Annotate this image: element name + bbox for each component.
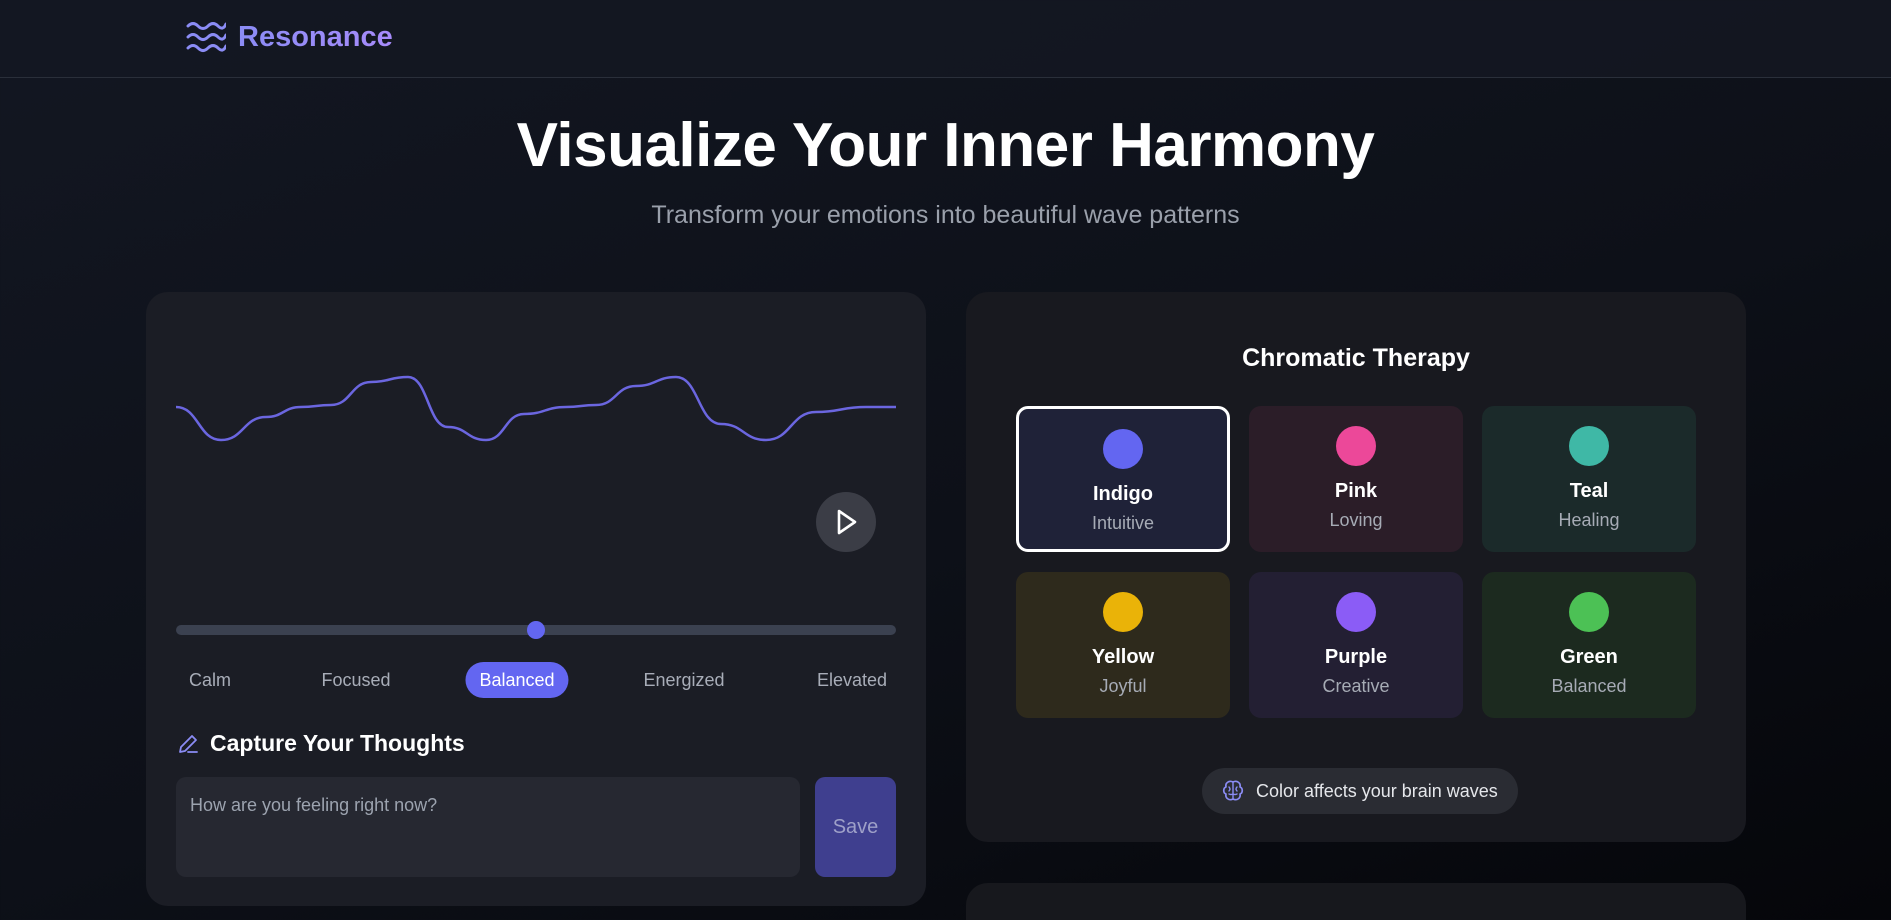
mood-option-elevated[interactable]: Elevated [803, 662, 901, 698]
mood-option-focused[interactable]: Focused [307, 662, 404, 698]
color-mood: Healing [1558, 510, 1620, 530]
color-swatch-indigo[interactable]: Indigo Intuitive [1016, 406, 1230, 552]
color-mood: Balanced [1551, 676, 1627, 696]
color-mood: Creative [1322, 676, 1390, 696]
mood-slider-thumb[interactable] [527, 621, 545, 639]
brand-logo[interactable]: Resonance [186, 18, 393, 56]
mood-option-balanced[interactable]: Balanced [465, 662, 569, 698]
chromatic-title: Chromatic Therapy [1242, 344, 1470, 372]
color-dot [1103, 592, 1143, 632]
brain-icon [1222, 780, 1244, 801]
color-mood: Intuitive [1091, 513, 1155, 533]
color-name: Indigo [1093, 483, 1153, 505]
mood-slider[interactable] [176, 621, 896, 639]
color-name: Teal [1569, 480, 1609, 502]
play-icon [837, 509, 857, 535]
wave-line [176, 375, 896, 442]
secondary-card [966, 883, 1746, 920]
chromatic-therapy-card: Chromatic Therapy Indigo Intuitive Pink Lov… [966, 292, 1746, 842]
brain-waves-note: Color affects your brain waves [1202, 768, 1518, 814]
wave-visualizer-card: Calm Focused Balanced Energized Elevated Cap… [146, 292, 926, 906]
color-swatch-yellow[interactable]: Yellow Joyful [1016, 572, 1230, 718]
capture-header: Capture Your Thoughts [176, 730, 465, 757]
hero-subtitle: Transform your emotions into beautiful w… [651, 201, 1240, 229]
color-name: Purple [1324, 646, 1388, 668]
color-swatch-pink[interactable]: Pink Loving [1249, 406, 1463, 552]
hero-title: Visualize Your Inner Harmony [516, 111, 1375, 180]
mood-options: Calm Focused Balanced Energized Elevated [176, 662, 896, 698]
wave-logo-icon [186, 22, 226, 52]
top-nav-bar: Resonance [0, 0, 1891, 78]
color-swatch-teal[interactable]: Teal Healing [1482, 406, 1696, 552]
emotion-wave-graph [176, 375, 896, 442]
thoughts-input[interactable] [176, 777, 800, 877]
brain-waves-text: Color affects your brain waves [1256, 780, 1498, 801]
color-dot [1336, 426, 1376, 466]
mood-option-energized[interactable]: Energized [629, 662, 738, 698]
play-button[interactable] [816, 492, 876, 552]
color-dot [1569, 426, 1609, 466]
color-dot [1569, 592, 1609, 632]
color-swatch-purple[interactable]: Purple Creative [1249, 572, 1463, 718]
pencil-icon [179, 734, 198, 753]
color-swatch-green[interactable]: Green Balanced [1482, 572, 1696, 718]
color-mood: Loving [1329, 510, 1383, 530]
color-mood: Joyful [1099, 676, 1147, 696]
color-name: Yellow [1091, 646, 1155, 668]
color-name: Pink [1334, 480, 1378, 502]
color-dot [1336, 592, 1376, 632]
mood-option-calm[interactable]: Calm [175, 662, 245, 698]
color-dot [1103, 429, 1143, 469]
color-name: Green [1560, 646, 1618, 668]
capture-title: Capture Your Thoughts [210, 730, 465, 756]
save-button[interactable]: Save [815, 777, 896, 877]
brand-name: Resonance [238, 20, 393, 53]
